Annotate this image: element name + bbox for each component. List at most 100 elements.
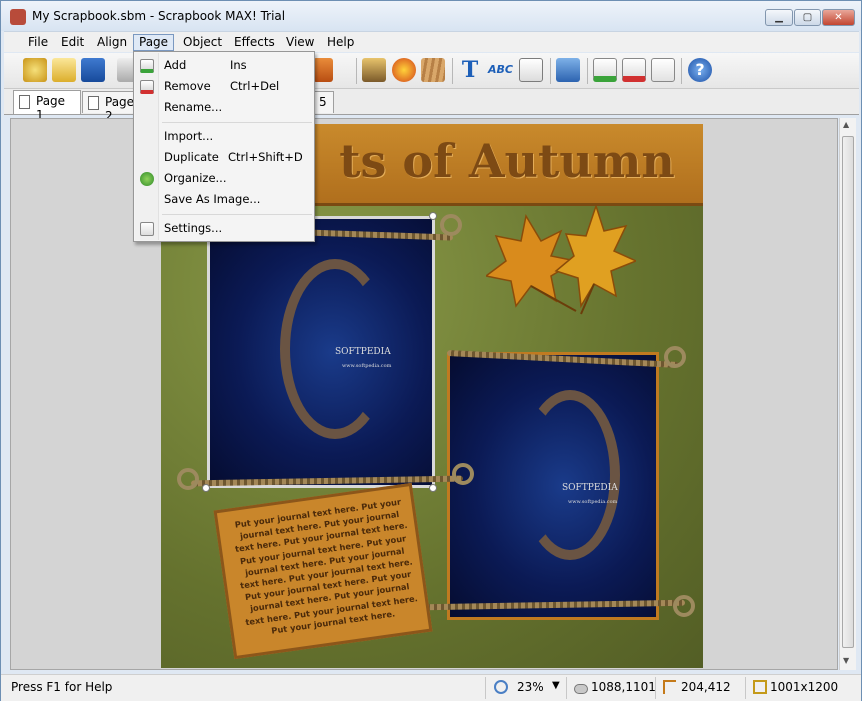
menu-item-shortcut: Ins bbox=[230, 58, 247, 72]
menu-page[interactable]: Page bbox=[133, 34, 175, 51]
paper-icon[interactable] bbox=[421, 58, 445, 82]
status-help-text: Press F1 for Help bbox=[11, 680, 113, 694]
shape-icon[interactable] bbox=[556, 58, 580, 82]
menu-separator bbox=[162, 122, 312, 123]
menu-view[interactable]: View bbox=[280, 34, 320, 51]
settings-icon bbox=[140, 222, 154, 236]
menu-edit[interactable]: Edit bbox=[55, 34, 90, 51]
photo-frame-1[interactable]: SOFTPEDIA www.softpedia.com bbox=[207, 216, 435, 488]
selection-handle[interactable] bbox=[429, 212, 437, 220]
size-icon bbox=[753, 680, 767, 694]
toolbar-separator bbox=[356, 58, 357, 84]
cursor-icon bbox=[574, 684, 588, 694]
organize-icon bbox=[140, 172, 154, 186]
tab-label: 5 bbox=[319, 95, 327, 109]
toolbar-separator bbox=[681, 58, 682, 84]
app-icon bbox=[10, 9, 26, 25]
banner-title: ts of Autumn bbox=[339, 134, 675, 188]
menu-item-import[interactable]: Import... bbox=[136, 126, 312, 147]
menu-item-add[interactable]: Add Ins bbox=[136, 55, 312, 76]
position-icon bbox=[663, 680, 676, 694]
menu-item-organize[interactable]: Organize... bbox=[136, 168, 312, 189]
help-icon[interactable]: ? bbox=[688, 58, 712, 82]
menu-item-label: Save As Image... bbox=[164, 192, 261, 206]
page-menu-dropdown: Add Ins Remove Ctrl+Del Rename... Import… bbox=[133, 51, 315, 242]
menu-item-label: Remove bbox=[164, 79, 211, 93]
menu-item-settings[interactable]: Settings... bbox=[136, 218, 312, 239]
toolbar-separator bbox=[587, 58, 588, 84]
object-position: 204,412 bbox=[681, 680, 731, 694]
metal-ring-embellishment[interactable] bbox=[452, 463, 474, 485]
window-title: My Scrapbook.sbm - Scrapbook MAX! Trial bbox=[32, 9, 286, 23]
autumn-leaves-embellishment[interactable] bbox=[484, 203, 638, 316]
status-separator bbox=[566, 677, 567, 699]
application-window: My Scrapbook.sbm - Scrapbook MAX! Trial … bbox=[0, 0, 862, 701]
status-separator bbox=[655, 677, 656, 699]
menu-item-label: Organize... bbox=[164, 171, 227, 185]
status-separator bbox=[485, 677, 486, 699]
menu-separator bbox=[162, 214, 312, 215]
save-icon[interactable] bbox=[81, 58, 105, 82]
page-icon bbox=[88, 96, 99, 110]
photo-watermark-url: www.softpedia.com bbox=[342, 363, 392, 369]
remove-page-icon[interactable] bbox=[622, 58, 646, 82]
metal-ring-embellishment[interactable] bbox=[177, 468, 199, 490]
selection-handle[interactable] bbox=[202, 484, 210, 492]
journal-text[interactable]: Put your journal text here. Put your jou… bbox=[228, 495, 423, 641]
minimize-button[interactable]: ▁ bbox=[765, 9, 793, 26]
status-bar: Press F1 for Help 23% ▼ 1088,1101 204,41… bbox=[1, 674, 861, 701]
menu-help[interactable]: Help bbox=[321, 34, 360, 51]
tab-page-5[interactable]: 5 bbox=[312, 91, 334, 113]
tab-page-1[interactable]: Page 1 bbox=[13, 90, 81, 122]
maximize-button[interactable]: ▢ bbox=[794, 9, 821, 26]
zoom-level[interactable]: 23% bbox=[517, 680, 544, 694]
spellcheck-icon[interactable]: ABC bbox=[488, 58, 513, 82]
metal-ring-embellishment[interactable] bbox=[440, 214, 462, 236]
scrollbar-thumb[interactable] bbox=[842, 136, 854, 648]
vertical-scrollbar[interactable]: ▲ ▼ bbox=[839, 118, 856, 670]
add-page-icon[interactable] bbox=[593, 58, 617, 82]
image-icon[interactable] bbox=[362, 58, 386, 82]
selection-handle[interactable] bbox=[429, 484, 437, 492]
menu-item-label: Import... bbox=[164, 129, 214, 143]
wizard-icon[interactable] bbox=[23, 58, 47, 82]
menu-item-save-as-image[interactable]: Save As Image... bbox=[136, 189, 312, 210]
status-separator bbox=[745, 677, 746, 699]
photo-watermark-url: www.softpedia.com bbox=[568, 499, 618, 505]
photo-watermark: SOFTPEDIA bbox=[562, 483, 618, 493]
arrange-icon[interactable] bbox=[313, 58, 333, 82]
close-button[interactable]: ✕ bbox=[822, 9, 855, 26]
menu-effects[interactable]: Effects bbox=[228, 34, 281, 51]
metal-ring-embellishment[interactable] bbox=[664, 346, 686, 368]
page-settings-icon[interactable] bbox=[651, 58, 675, 82]
scroll-down-arrow-icon[interactable]: ▼ bbox=[843, 656, 849, 665]
title-banner[interactable]: ts of Autumn bbox=[311, 124, 703, 206]
embellishment-icon[interactable] bbox=[392, 58, 416, 82]
zoom-dropdown-icon[interactable]: ▼ bbox=[552, 680, 560, 691]
text-icon[interactable]: T bbox=[458, 58, 482, 82]
metal-ring-embellishment[interactable] bbox=[673, 595, 695, 617]
menu-item-label: Add bbox=[164, 58, 187, 72]
add-page-icon bbox=[140, 59, 154, 73]
open-folder-icon[interactable] bbox=[52, 58, 76, 82]
menu-item-shortcut: Ctrl+Del bbox=[230, 79, 280, 93]
menu-item-rename[interactable]: Rename... bbox=[136, 97, 312, 118]
scroll-up-arrow-icon[interactable]: ▲ bbox=[843, 120, 849, 129]
title-bar: My Scrapbook.sbm - Scrapbook MAX! Trial … bbox=[1, 1, 861, 31]
menu-item-duplicate[interactable]: Duplicate Ctrl+Shift+D bbox=[136, 147, 312, 168]
menu-object[interactable]: Object bbox=[177, 34, 228, 51]
toolbar-separator bbox=[550, 58, 551, 84]
photo-frame-2[interactable]: SOFTPEDIA www.softpedia.com bbox=[447, 352, 659, 620]
island-image bbox=[520, 390, 620, 560]
photo-watermark: SOFTPEDIA bbox=[335, 347, 391, 357]
menu-align[interactable]: Align bbox=[91, 34, 133, 51]
toolbar-separator bbox=[452, 58, 453, 84]
page-icon bbox=[19, 95, 30, 109]
journal-tag[interactable]: Put your journal text here. Put your jou… bbox=[213, 482, 433, 660]
journal-icon[interactable] bbox=[519, 58, 543, 82]
zoom-icon[interactable] bbox=[494, 680, 508, 694]
menu-item-remove[interactable]: Remove Ctrl+Del bbox=[136, 76, 312, 97]
menu-file[interactable]: File bbox=[22, 34, 54, 51]
menu-item-shortcut: Ctrl+Shift+D bbox=[228, 150, 303, 164]
menu-item-label: Duplicate bbox=[164, 150, 219, 164]
